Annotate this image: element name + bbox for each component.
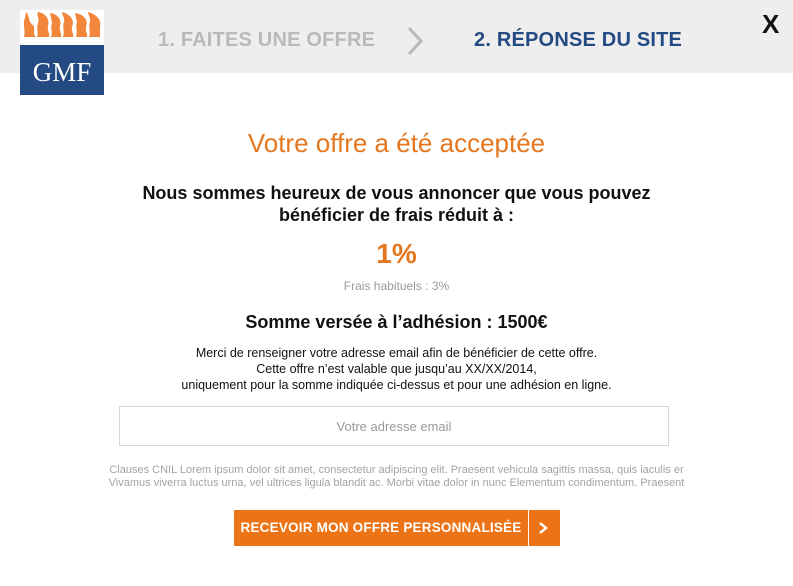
submit-offer-button[interactable]: RECEVOIR MON OFFRE PERSONNALISÉE	[234, 510, 560, 546]
offer-lead-line-1: Nous sommes heureux de vous annoncer que…	[142, 183, 651, 203]
legal-notice-line-1: Clauses CNIL Lorem ipsum dolor sit amet,…	[109, 464, 684, 476]
logo-text: GMF	[33, 57, 92, 87]
offer-lead: Nous sommes heureux de vous annoncer que…	[0, 182, 793, 226]
offer-info-line-1: Merci de renseigner votre adresse email …	[195, 346, 598, 360]
close-icon[interactable]: X	[762, 9, 779, 40]
step-2-label: 2. RÉPONSE DU SITE	[474, 29, 683, 51]
chevron-right-icon	[539, 522, 548, 534]
submit-offer-label: RECEVOIR MON OFFRE PERSONNALISÉE	[240, 520, 522, 535]
gmf-logo-graphic: GMF	[20, 10, 104, 95]
offer-info-line-3: uniquement pour la somme indiquée ci-des…	[181, 378, 612, 392]
membership-amount: Somme versée à l’adhésion : 1500€	[245, 312, 548, 332]
chevron-right-icon	[407, 26, 424, 56]
offer-info: Merci de renseigner votre adresse email …	[0, 345, 793, 393]
legal-notice-line-2: Vivamus viverra luctus urna, vel ultrice…	[108, 477, 685, 489]
button-divider	[528, 510, 529, 546]
offer-lead-line-2: bénéficier de frais réduit à :	[278, 205, 515, 225]
email-field[interactable]	[119, 406, 669, 446]
usual-fees: Frais habituels : 3%	[343, 279, 450, 293]
gmf-logo: GMF	[20, 10, 104, 95]
step-1-label: 1. FAITES UNE OFFRE	[158, 29, 376, 51]
reduced-rate: 1%	[376, 238, 417, 269]
offer-title: Votre offre a été acceptée	[247, 128, 546, 158]
offer-info-line-2: Cette offre n’est valable que jusqu’au X…	[256, 362, 537, 376]
legal-notice: Clauses CNIL Lorem ipsum dolor sit amet,…	[0, 464, 793, 490]
